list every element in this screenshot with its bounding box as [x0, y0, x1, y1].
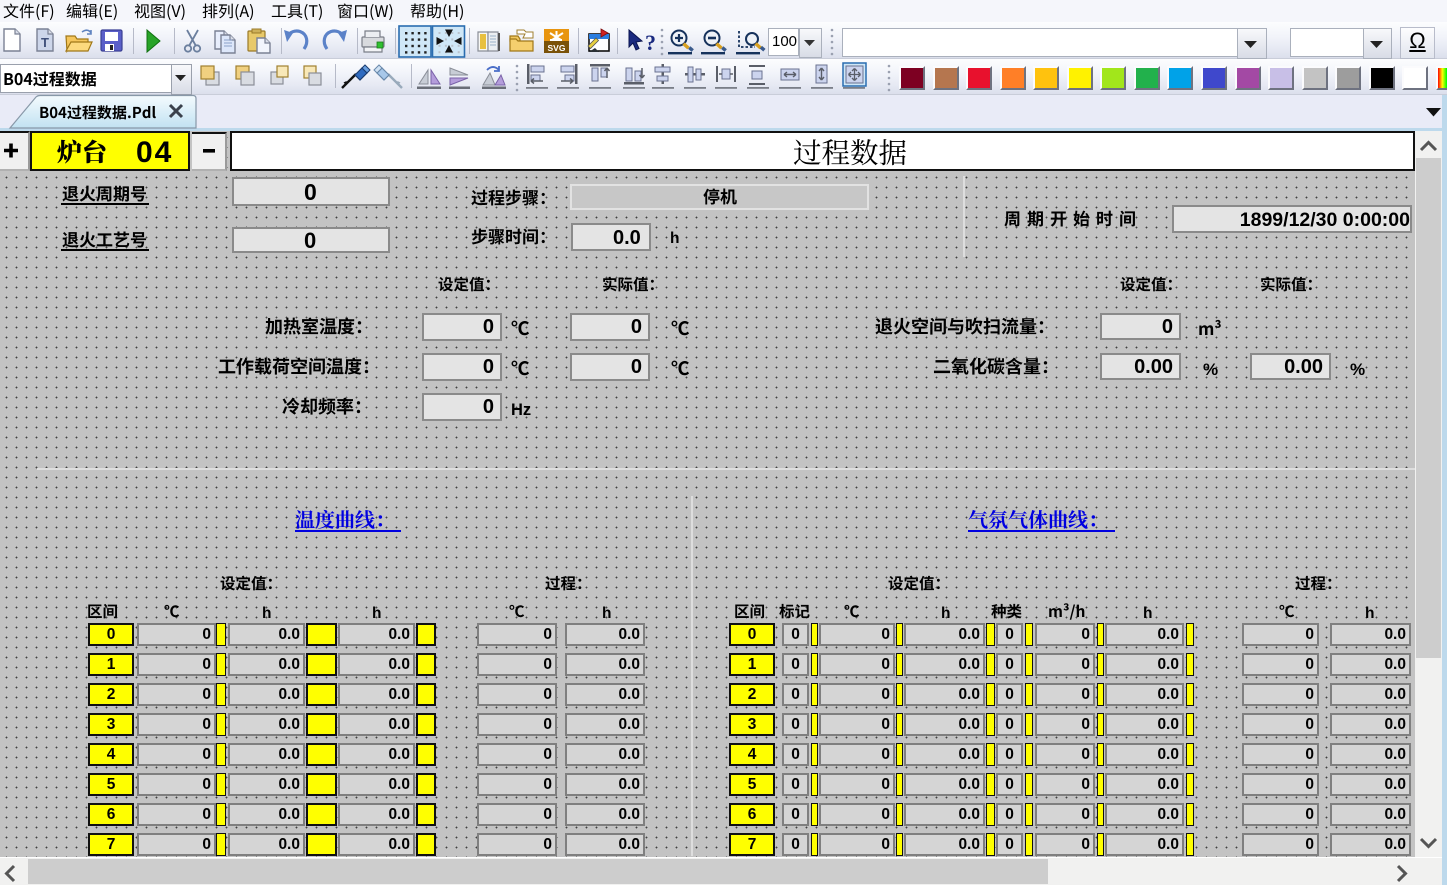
svg-text:?: ?: [645, 30, 656, 55]
svg-text:T: T: [41, 35, 49, 50]
svg-text:SVG: SVG: [548, 43, 566, 53]
